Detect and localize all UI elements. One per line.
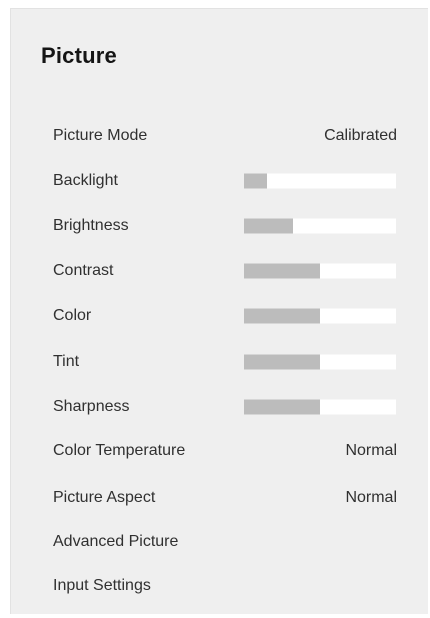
menu-item-label: Sharpness <box>53 398 130 415</box>
tint-slider[interactable] <box>244 354 396 370</box>
menu-item-brightness[interactable]: Brightness <box>11 206 429 246</box>
menu-item-label: Advanced Picture <box>53 533 179 550</box>
backlight-slider[interactable] <box>244 173 396 189</box>
menu-item-backlight[interactable]: Backlight <box>11 161 429 201</box>
panel-title: Picture <box>41 43 117 68</box>
menu-item-label: Color Temperature <box>53 442 186 459</box>
menu-item-label: Color <box>53 307 92 324</box>
slider-fill <box>244 173 267 189</box>
menu-item-label: Brightness <box>53 217 129 234</box>
slider-fill <box>244 263 320 279</box>
menu-item-label: Input Settings <box>53 577 151 594</box>
menu-item-color[interactable]: Color <box>11 296 429 336</box>
menu-item-color-temperature[interactable]: Color Temperature Normal <box>11 431 429 471</box>
menu-item-label: Picture Mode <box>53 127 148 144</box>
menu-item-picture-aspect[interactable]: Picture Aspect Normal <box>11 478 429 518</box>
menu-item-contrast[interactable]: Contrast <box>11 251 429 291</box>
menu-item-input-settings[interactable]: Input Settings <box>11 566 429 606</box>
menu-item-label: Tint <box>53 353 80 370</box>
slider-fill <box>244 218 293 234</box>
sharpness-slider[interactable] <box>244 399 396 415</box>
slider-fill <box>244 308 320 324</box>
menu-item-value: Normal <box>345 442 397 459</box>
menu-item-label: Picture Aspect <box>53 489 156 506</box>
menu-item-picture-mode[interactable]: Picture Mode Calibrated <box>11 116 429 156</box>
menu-item-label: Contrast <box>53 262 114 279</box>
menu-item-value: Calibrated <box>324 127 397 144</box>
picture-settings-panel: Picture Picture Mode Calibrated Backligh… <box>10 8 428 614</box>
menu-item-value: Normal <box>345 489 397 506</box>
menu-item-advanced-picture[interactable]: Advanced Picture <box>11 522 429 562</box>
slider-fill <box>244 354 320 370</box>
menu-item-tint[interactable]: Tint <box>11 342 429 382</box>
color-slider[interactable] <box>244 308 396 324</box>
contrast-slider[interactable] <box>244 263 396 279</box>
menu-item-sharpness[interactable]: Sharpness <box>11 387 429 427</box>
menu-item-label: Backlight <box>53 172 118 189</box>
brightness-slider[interactable] <box>244 218 396 234</box>
slider-fill <box>244 399 320 415</box>
